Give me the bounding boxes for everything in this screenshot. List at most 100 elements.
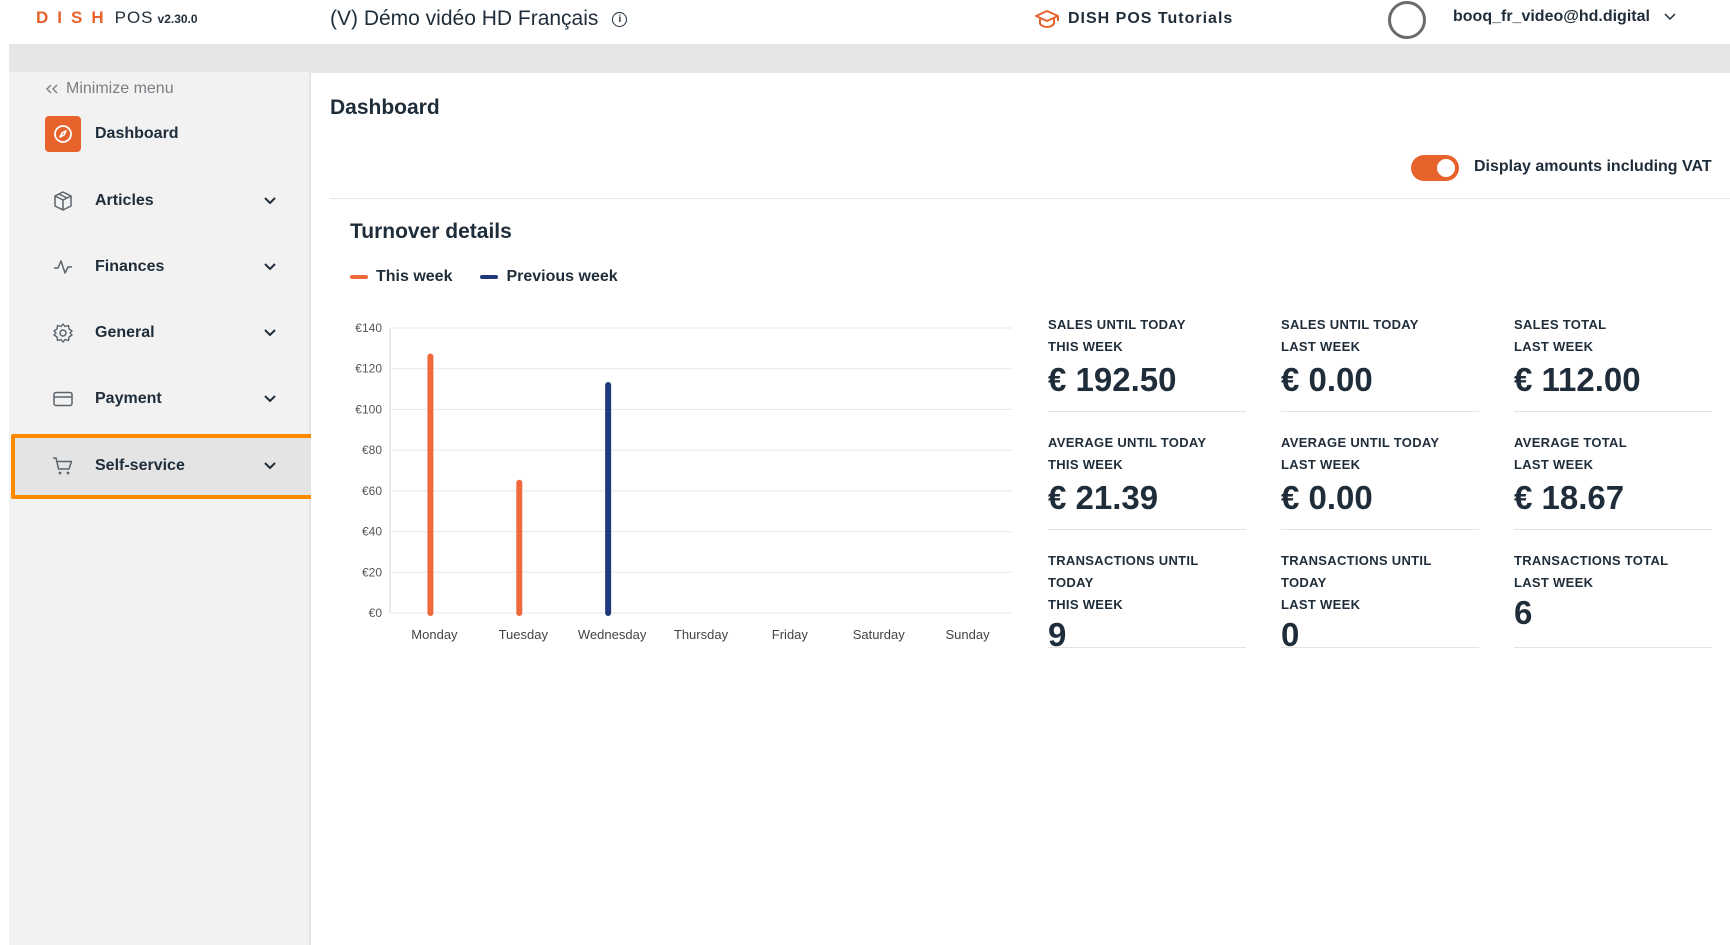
stat-label: AVERAGE TOTAL LAST WEEK <box>1514 435 1627 472</box>
venue-selector[interactable]: (V) Démo vidéo HD Français i <box>330 7 628 31</box>
avatar[interactable] <box>1388 1 1426 39</box>
stat-divider <box>1514 411 1712 412</box>
logo-dish-text: DISH <box>36 8 113 27</box>
stat-divider <box>1514 647 1712 648</box>
stat-value: 6 <box>1514 594 1533 631</box>
stat-value: 0 <box>1281 616 1300 653</box>
top-bar: DISH POS v2.30.0 (V) Démo vidéo HD Franç… <box>0 0 1730 44</box>
sidebar-item-general[interactable]: General <box>45 315 295 351</box>
stat-label: TRANSACTIONS UNTIL TODAY THIS WEEK <box>1048 553 1199 612</box>
vat-toggle[interactable] <box>1411 155 1459 181</box>
y-tick-label: €120 <box>355 362 382 376</box>
y-tick-label: €140 <box>355 321 382 335</box>
stat-transactions-until-today-last-week: TRANSACTIONS UNTIL TODAY LAST WEEK 0 <box>1281 550 1479 654</box>
x-tick-label: Wednesday <box>578 627 647 642</box>
pulse-icon <box>45 249 81 285</box>
sidebar-item-label: Payment <box>95 390 162 407</box>
minimize-menu-label: Minimize menu <box>66 80 174 97</box>
chart-legend: This week Previous week <box>350 268 618 286</box>
sidebar-item-articles[interactable]: Articles <box>45 183 295 219</box>
y-tick-label: €20 <box>362 565 382 579</box>
user-email: booq_fr_video@hd.digital <box>1453 8 1650 25</box>
stat-label: TRANSACTIONS UNTIL TODAY LAST WEEK <box>1281 553 1432 612</box>
stat-value: € 192.50 <box>1048 361 1177 398</box>
stat-label: TRANSACTIONS TOTAL LAST WEEK <box>1514 553 1669 590</box>
venue-name: (V) Démo vidéo HD Français <box>330 7 599 30</box>
y-tick-label: €60 <box>362 484 382 498</box>
stat-divider <box>1281 411 1479 412</box>
y-tick-label: €40 <box>362 525 382 539</box>
legend-previous-week: Previous week <box>506 268 618 285</box>
tutorials-link[interactable]: DISH POS Tutorials <box>1034 8 1233 30</box>
stat-value: € 21.39 <box>1048 479 1159 516</box>
logo-pos-text: POS <box>114 8 154 27</box>
stat-average-total-last-week: AVERAGE TOTAL LAST WEEK € 18.67 <box>1514 432 1712 530</box>
stat-label: AVERAGE UNTIL TODAY LAST WEEK <box>1281 435 1440 472</box>
minimize-menu-button[interactable]: Minimize menu <box>46 80 174 98</box>
stat-value: 9 <box>1048 616 1067 653</box>
header-divider <box>330 198 1730 199</box>
stat-divider <box>1281 529 1479 530</box>
stat-average-until-today-this-week: AVERAGE UNTIL TODAY THIS WEEK € 21.39 <box>1048 432 1246 530</box>
stat-divider <box>1048 647 1246 648</box>
stat-sales-until-today-last-week: SALES UNTIL TODAY LAST WEEK € 0.00 <box>1281 314 1479 412</box>
stat-value: € 0.00 <box>1281 361 1373 398</box>
page-title: Dashboard <box>330 96 440 119</box>
x-tick-label: Thursday <box>674 627 729 642</box>
dish-pos-logo[interactable]: DISH POS v2.30.0 <box>36 8 198 28</box>
double-chevron-left-icon <box>46 84 58 94</box>
box-icon <box>45 183 81 219</box>
stat-value: € 18.67 <box>1514 479 1625 516</box>
sidebar-item-label: Finances <box>95 258 165 275</box>
self-service-highlight-box <box>11 434 318 499</box>
stat-divider <box>1281 647 1479 648</box>
stat-transactions-until-today-this-week: TRANSACTIONS UNTIL TODAY THIS WEEK 9 <box>1048 550 1246 654</box>
chevron-down-icon[interactable] <box>259 388 281 410</box>
stat-divider <box>1048 411 1246 412</box>
sidebar-item-payment[interactable]: Payment <box>45 381 295 417</box>
y-tick-label: €100 <box>355 402 382 416</box>
stat-sales-until-today-this-week: SALES UNTIL TODAY THIS WEEK € 192.50 <box>1048 314 1246 412</box>
stat-label: SALES TOTAL LAST WEEK <box>1514 317 1607 354</box>
x-tick-label: Tuesday <box>499 627 549 642</box>
stat-label: SALES UNTIL TODAY LAST WEEK <box>1281 317 1419 354</box>
sidebar-item-dashboard[interactable]: Dashboard <box>45 116 295 152</box>
graduation-cap-icon <box>1035 10 1059 29</box>
stat-value: € 112.00 <box>1514 361 1641 398</box>
legend-swatch-this-week <box>350 275 368 279</box>
x-tick-label: Monday <box>411 627 458 642</box>
vat-toggle-label: Display amounts including VAT <box>1474 158 1712 175</box>
chevron-down-icon[interactable] <box>259 322 281 344</box>
version-label: v2.30.0 <box>157 12 198 26</box>
user-menu[interactable]: booq_fr_video@hd.digital <box>1453 8 1676 26</box>
turnover-chart: €0 €20 €40 €60 €80 €100 €120 €140 Monday Tuesday W… <box>355 321 1012 642</box>
sidebar-item-label: Dashboard <box>95 125 179 142</box>
chevron-down-icon[interactable] <box>259 190 281 212</box>
info-icon[interactable]: i <box>612 11 628 27</box>
stat-divider <box>1048 529 1246 530</box>
stat-transactions-total-last-week: TRANSACTIONS TOTAL LAST WEEK 6 <box>1514 550 1712 648</box>
legend-this-week: This week <box>376 268 453 285</box>
x-tick-label: Saturday <box>853 627 906 642</box>
sidebar-item-label: Articles <box>95 192 154 209</box>
sidebar-item-label: General <box>95 324 155 341</box>
turnover-details-title: Turnover details <box>350 220 512 243</box>
legend-swatch-previous-week <box>480 275 499 279</box>
toggle-knob <box>1437 159 1455 177</box>
y-tick-label: €0 <box>369 606 383 620</box>
x-tick-label: Friday <box>772 627 809 642</box>
gear-icon <box>45 315 81 351</box>
x-tick-label: Sunday <box>946 627 991 642</box>
compass-icon <box>45 116 81 152</box>
tutorials-label: DISH POS Tutorials <box>1068 10 1234 27</box>
stat-value: € 0.00 <box>1281 479 1373 516</box>
stat-sales-total-last-week: SALES TOTAL LAST WEEK € 112.00 <box>1514 314 1712 412</box>
chevron-down-icon[interactable] <box>259 256 281 278</box>
sidebar-item-finances[interactable]: Finances <box>45 249 295 285</box>
chevron-down-icon <box>1664 13 1676 21</box>
stat-label: AVERAGE UNTIL TODAY THIS WEEK <box>1048 435 1207 472</box>
stat-label: SALES UNTIL TODAY THIS WEEK <box>1048 317 1186 354</box>
y-tick-label: €80 <box>362 443 382 457</box>
card-icon <box>45 381 81 417</box>
stat-average-until-today-last-week: AVERAGE UNTIL TODAY LAST WEEK € 0.00 <box>1281 432 1479 530</box>
